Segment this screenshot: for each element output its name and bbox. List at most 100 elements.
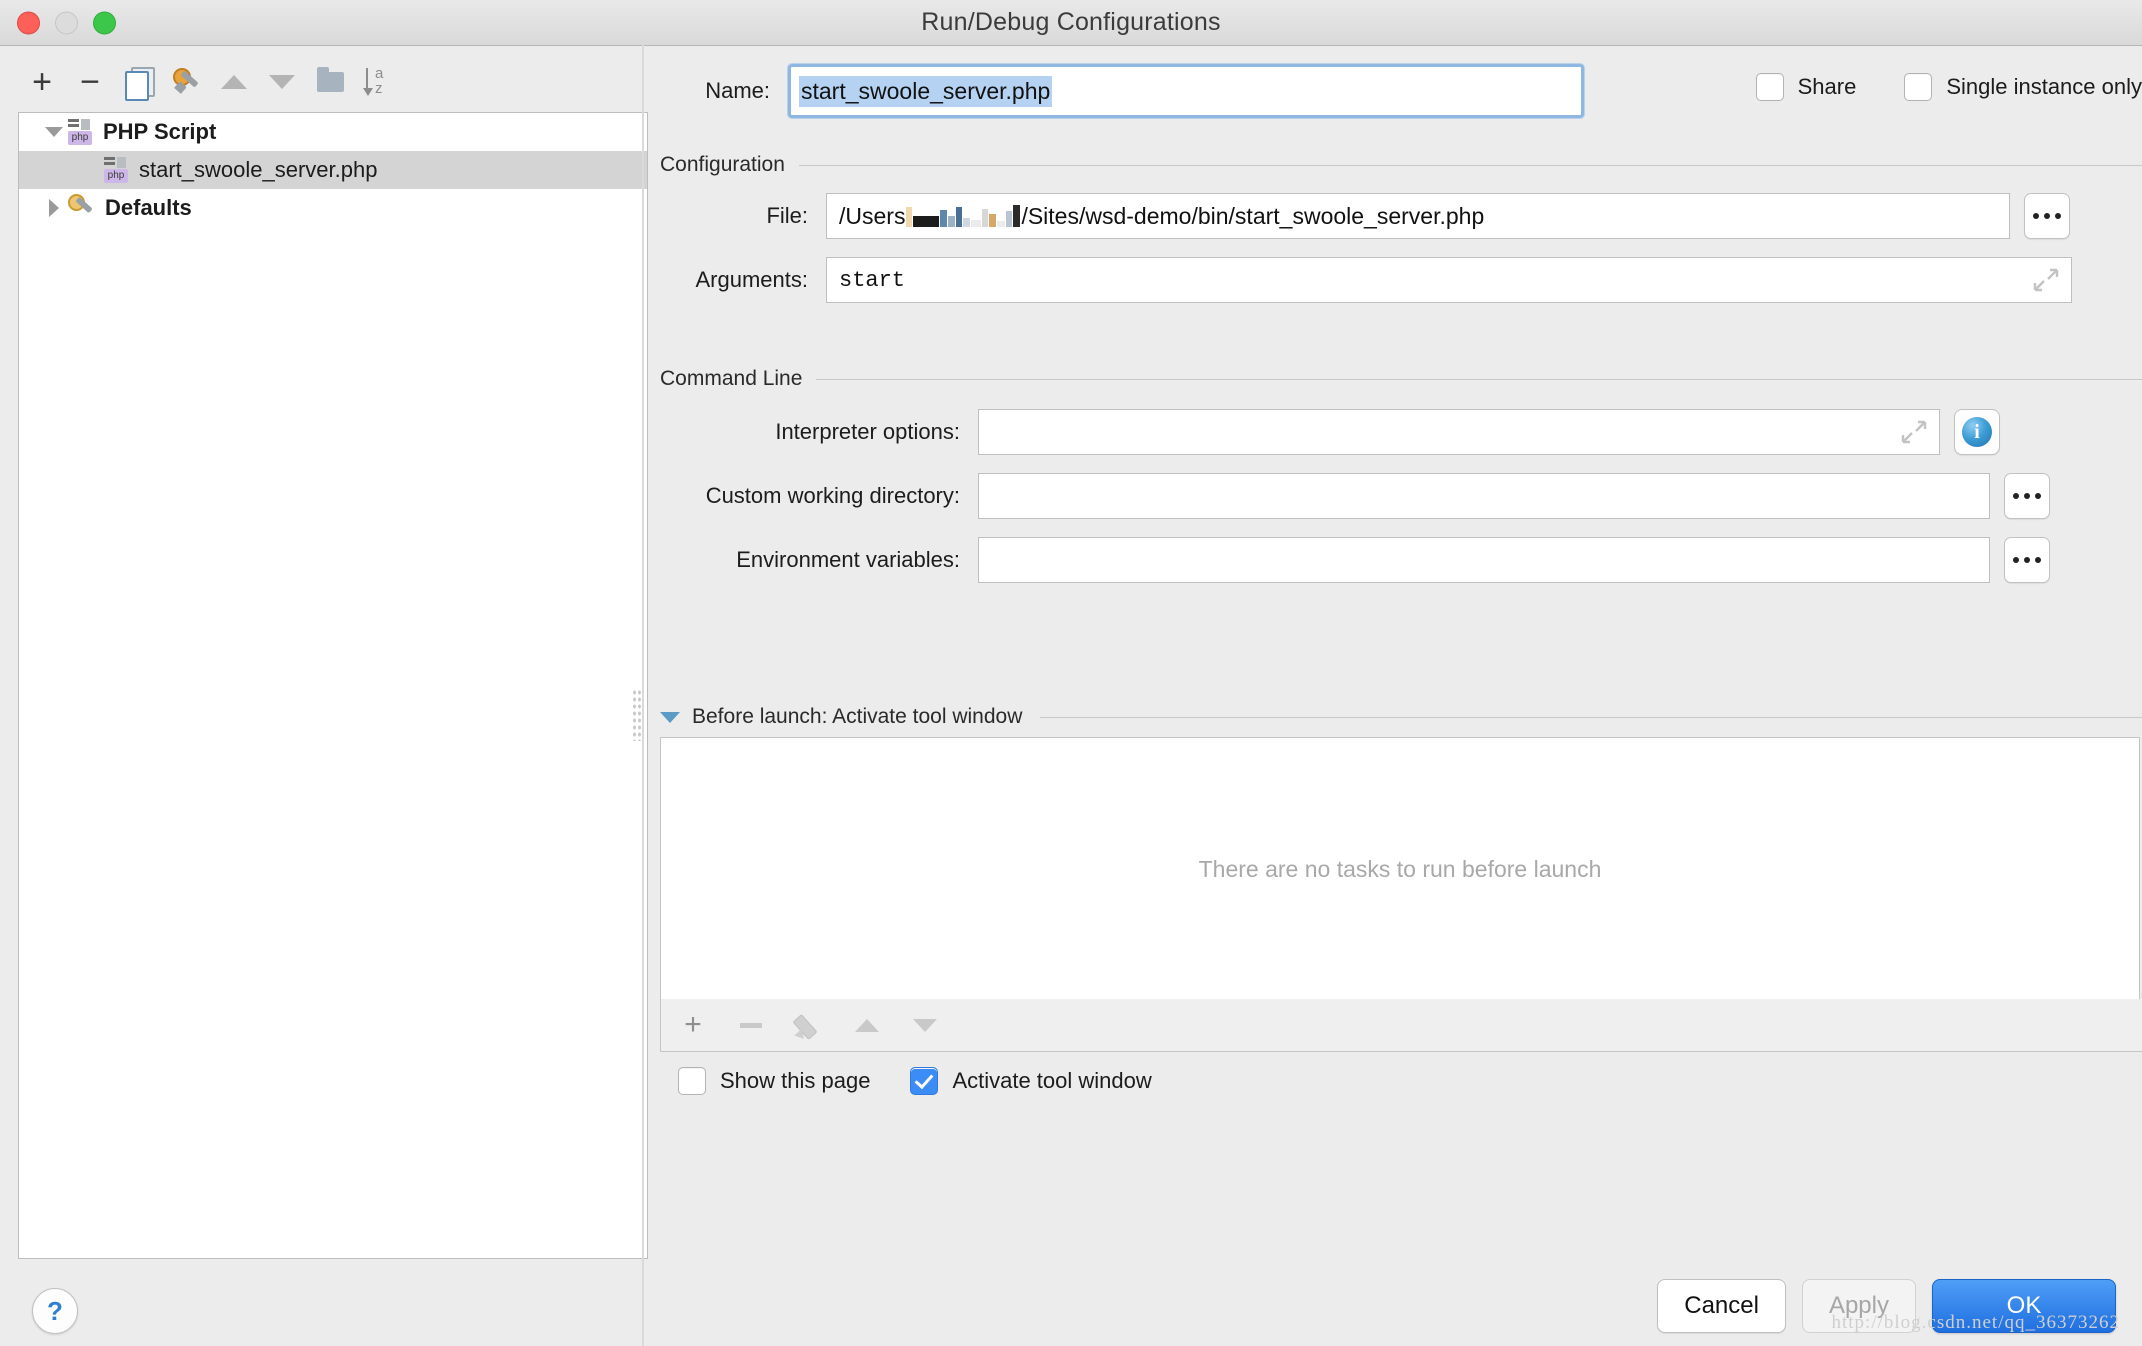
name-input-value: start_swoole_server.php: [799, 75, 1053, 107]
before-launch-header[interactable]: Before launch: Activate tool window: [660, 705, 2142, 729]
configurations-tree[interactable]: php PHP Script php start_swoole_server.p…: [18, 112, 648, 1259]
file-path-prefix: /Users: [839, 202, 906, 229]
activate-tool-window-checkbox-group[interactable]: Activate tool window: [910, 1067, 1152, 1095]
activate-tool-window-label: Activate tool window: [952, 1068, 1152, 1093]
triangle-up-icon: [855, 1018, 879, 1032]
drag-handle[interactable]: [632, 689, 642, 741]
show-this-page-checkbox-group[interactable]: Show this page: [678, 1067, 870, 1095]
arguments-input[interactable]: start: [826, 257, 2072, 303]
arguments-value: start: [839, 267, 906, 293]
chevron-right-icon[interactable]: [41, 199, 67, 217]
name-input[interactable]: start_swoole_server.php: [788, 64, 1584, 118]
before-launch-task-list[interactable]: There are no tasks to run before launch: [660, 737, 2140, 1001]
tree-node-label: PHP Script: [103, 119, 217, 144]
before-launch-title: Before launch: Activate tool window: [692, 705, 1023, 728]
before-launch-empty-text: There are no tasks to run before launch: [1198, 855, 1602, 882]
expand-arrows-icon[interactable]: [1901, 419, 1927, 445]
move-task-up-button[interactable]: [849, 1007, 885, 1043]
share-label: Share: [1797, 74, 1857, 99]
environment-variables-row: Environment variables:: [660, 537, 2142, 583]
triangle-up-icon: [221, 75, 247, 89]
copy-icon: [125, 67, 155, 101]
move-task-down-button[interactable]: [907, 1007, 943, 1043]
chevron-down-icon[interactable]: [660, 711, 680, 723]
sort-alphabetically-button[interactable]: a z: [354, 58, 402, 106]
section-divider: [1040, 716, 2142, 718]
file-label: File:: [766, 203, 808, 228]
edit-defaults-button[interactable]: [162, 58, 210, 106]
move-into-folder-button[interactable]: [306, 58, 354, 106]
cancel-button[interactable]: Cancel: [1657, 1279, 1786, 1333]
command-line-section-title: Command Line: [660, 367, 803, 390]
edit-task-button[interactable]: [791, 1007, 827, 1043]
command-line-section-header: Command Line: [660, 367, 2142, 391]
watermark: http://blog.csdn.net/qq_36373262: [1831, 1312, 2120, 1333]
add-configuration-button[interactable]: +: [18, 58, 66, 106]
tree-node-php-script[interactable]: php PHP Script: [19, 113, 647, 151]
tree-node-label: start_swoole_server.php: [139, 157, 378, 182]
configuration-editor-pane: Name: start_swoole_server.php Share Sing…: [632, 45, 2142, 1346]
single-instance-label: Single instance only: [1946, 74, 2142, 99]
window-title: Run/Debug Configurations: [921, 8, 1221, 36]
configurations-toolbar[interactable]: + − a z: [18, 56, 478, 108]
before-launch-toolbar[interactable]: +: [660, 999, 2142, 1052]
interpreter-options-info-button[interactable]: i: [1954, 409, 2000, 455]
move-down-button[interactable]: [258, 58, 306, 106]
add-task-button[interactable]: +: [675, 1007, 711, 1043]
activate-tool-window-checkbox[interactable]: [910, 1067, 939, 1095]
defaults-gear-wrench-icon: [67, 194, 95, 222]
zoom-window-button[interactable]: [93, 11, 116, 34]
minimize-window-button[interactable]: [55, 11, 78, 34]
info-icon: i: [1962, 417, 1992, 447]
file-browse-button[interactable]: [2024, 193, 2070, 239]
minus-icon: [740, 1022, 762, 1028]
file-path-suffix: /Sites/wsd-demo/bin/start_swoole_server.…: [1021, 202, 1485, 229]
expand-arrows-icon[interactable]: [2033, 267, 2059, 293]
help-button[interactable]: ?: [32, 1288, 78, 1334]
move-up-button[interactable]: [210, 58, 258, 106]
sort-az-icon: a z: [363, 65, 392, 98]
custom-working-directory-input[interactable]: [978, 473, 1990, 519]
interpreter-options-input[interactable]: [978, 409, 1940, 455]
show-this-page-label: Show this page: [720, 1068, 871, 1093]
environment-variables-label: Environment variables:: [736, 547, 960, 572]
remove-task-button[interactable]: [733, 1007, 769, 1043]
environment-variables-input[interactable]: [978, 537, 1990, 583]
window-controls[interactable]: [17, 11, 116, 34]
section-divider: [816, 378, 2142, 380]
share-checkbox[interactable]: [1755, 73, 1784, 101]
interpreter-options-label: Interpreter options:: [775, 419, 960, 444]
php-file-icon: php: [67, 118, 93, 146]
arguments-row: Arguments: start: [660, 257, 2142, 303]
minus-icon: −: [80, 63, 100, 101]
close-window-button[interactable]: [17, 11, 40, 34]
before-launch-options: Show this page Activate tool window: [678, 1067, 1152, 1095]
name-row-options: Share Single instance only: [1755, 63, 2142, 111]
interpreter-options-row: Interpreter options: i: [660, 409, 2142, 455]
remove-configuration-button[interactable]: −: [66, 58, 114, 106]
custom-working-directory-browse-button[interactable]: [2004, 473, 2050, 519]
single-instance-checkbox-group[interactable]: Single instance only: [1904, 73, 2142, 101]
tree-node-label: Defaults: [105, 195, 192, 220]
file-input[interactable]: /Users/Sites/wsd-demo/bin/start_swoole_s…: [826, 193, 2010, 239]
window-titlebar: Run/Debug Configurations: [0, 0, 2142, 46]
tree-node-defaults[interactable]: Defaults: [19, 189, 647, 227]
pencil-icon: [792, 1011, 823, 1043]
share-checkbox-group[interactable]: Share: [1755, 73, 1857, 101]
plus-icon: +: [684, 1008, 702, 1041]
plus-icon: +: [32, 63, 52, 101]
tree-node-start-swoole-server[interactable]: php start_swoole_server.php: [19, 151, 647, 189]
copy-configuration-button[interactable]: [114, 58, 162, 106]
folder-icon: [316, 67, 344, 92]
environment-variables-browse-button[interactable]: [2004, 537, 2050, 583]
name-label: Name:: [705, 78, 770, 103]
chevron-down-icon[interactable]: [41, 127, 67, 137]
single-instance-checkbox[interactable]: [1904, 73, 1933, 101]
php-file-icon: php: [103, 156, 129, 184]
show-this-page-checkbox[interactable]: [678, 1067, 706, 1095]
sort-letter-z: z: [375, 80, 383, 97]
sort-letter-a: a: [375, 65, 384, 82]
panel-splitter[interactable]: [642, 45, 644, 1346]
redacted-username: [906, 204, 1021, 227]
triangle-down-icon: [913, 1018, 937, 1032]
